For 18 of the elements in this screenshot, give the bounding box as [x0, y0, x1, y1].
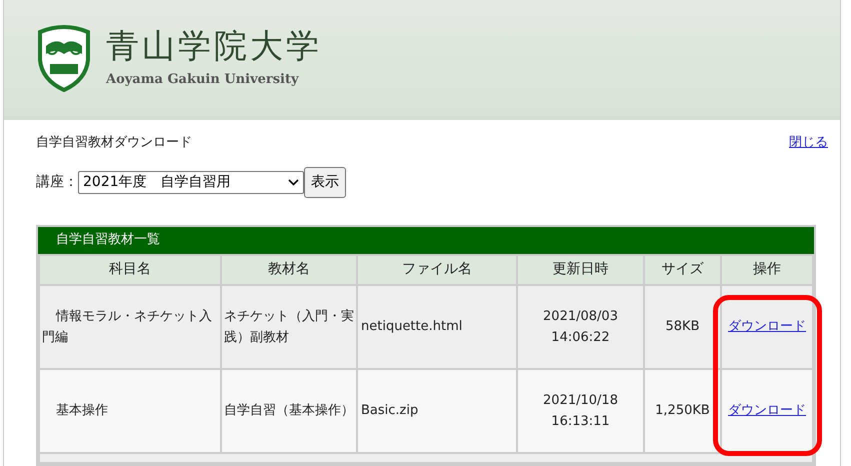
university-subtitle: Aoyama Gakuin University: [106, 71, 300, 90]
close-link[interactable]: 閉じる: [789, 133, 828, 152]
course-label: 講座：: [36, 172, 78, 192]
course-select[interactable]: 2021年度 自学自習用: [78, 170, 304, 194]
download-link[interactable]: ダウンロード: [728, 402, 806, 418]
shield-logo-icon: [36, 24, 92, 92]
column-header: ファイル名: [357, 254, 517, 284]
column-header: サイズ: [644, 254, 721, 284]
column-header: 更新日時: [517, 254, 644, 284]
column-header: 科目名: [39, 254, 221, 284]
table-caption: 自学自習教材一覧: [38, 226, 814, 254]
show-button[interactable]: 表示: [304, 166, 346, 198]
column-header: 操作: [721, 254, 813, 284]
column-header: 教材名: [221, 254, 357, 284]
page-heading: 自学自習教材ダウンロード: [36, 134, 192, 152]
chevron-down-icon: [288, 178, 299, 186]
download-link[interactable]: ダウンロード: [728, 318, 806, 334]
university-title: 青山学院大学: [106, 26, 322, 66]
